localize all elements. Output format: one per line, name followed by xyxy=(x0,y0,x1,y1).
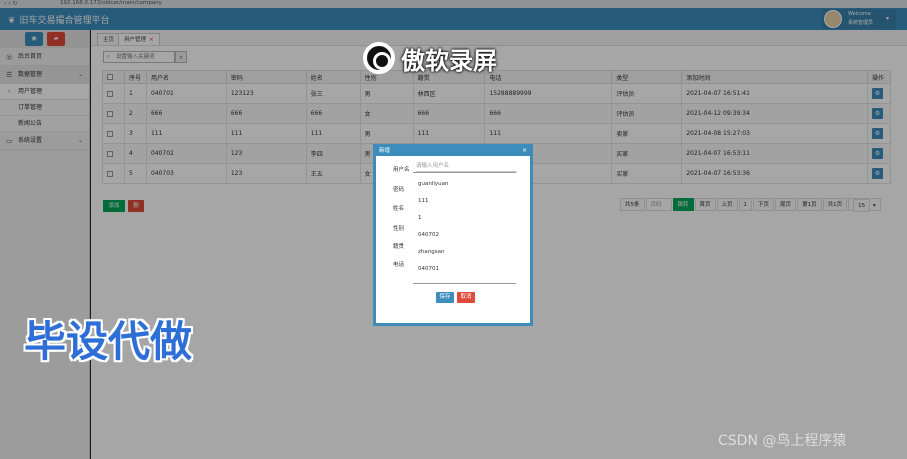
username-label: 用户名 xyxy=(393,167,410,173)
save-button[interactable]: 保存 xyxy=(436,292,454,303)
cancel-button[interactable]: 取消 xyxy=(457,292,475,303)
promo-watermark: 毕设代做 xyxy=(24,317,193,366)
recorder-watermark: 傲软录屏 xyxy=(363,40,497,76)
dialog-title: 新增 xyxy=(379,148,391,154)
csdn-watermark: CSDN @鸟上程序猿 xyxy=(718,433,847,449)
autofill-suggestion[interactable]: guanliyuan xyxy=(418,181,449,187)
username-field[interactable]: 请输入用户名 xyxy=(416,160,517,172)
autofill-suggestion[interactable]: 040702 xyxy=(418,232,439,238)
recorder-watermark-text: 傲软录屏 xyxy=(401,46,497,75)
password-label: 密码 xyxy=(393,187,405,193)
field-underline xyxy=(413,172,516,173)
autofill-suggestion[interactable]: 040701 xyxy=(418,266,439,272)
add-user-dialog: 新增 × 请输入用户名 用户名 密码 姓名 性别 籍贯 电话 guanliyua… xyxy=(373,144,533,326)
hometown-label: 籍贯 xyxy=(393,244,405,250)
gender-label: 性别 xyxy=(393,226,405,232)
dialog-header: 新增 × xyxy=(376,147,530,156)
field-underline xyxy=(413,283,516,284)
close-icon[interactable]: × xyxy=(522,147,527,155)
autofill-suggestion[interactable]: zhangsan xyxy=(418,249,444,255)
phone-label: 电话 xyxy=(393,262,405,268)
recorder-logo-icon xyxy=(363,42,395,74)
name-label: 姓名 xyxy=(393,206,405,212)
autofill-suggestion[interactable]: 111 xyxy=(418,198,429,204)
username-placeholder: 请输入用户名 xyxy=(416,163,450,169)
autofill-suggestion[interactable]: 1 xyxy=(418,215,422,221)
